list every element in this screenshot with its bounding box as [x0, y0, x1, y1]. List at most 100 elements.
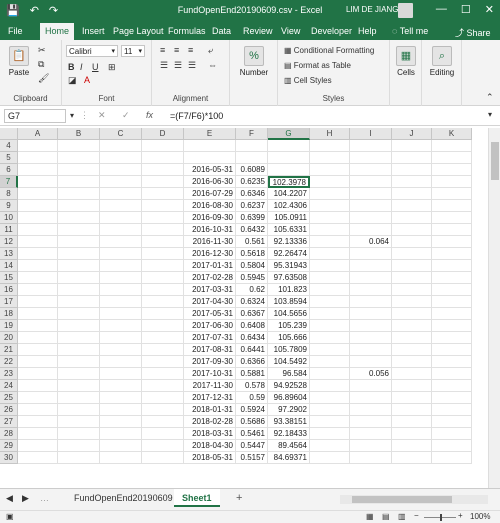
- table-cell[interactable]: [18, 152, 58, 164]
- table-cell[interactable]: [310, 452, 350, 464]
- table-cell[interactable]: [392, 404, 432, 416]
- table-cell[interactable]: [100, 392, 142, 404]
- table-cell[interactable]: [100, 380, 142, 392]
- table-cell[interactable]: 0.056: [350, 368, 392, 380]
- table-cell[interactable]: [310, 416, 350, 428]
- table-cell[interactable]: [58, 224, 100, 236]
- row-header[interactable]: 11: [0, 224, 18, 236]
- table-cell[interactable]: [18, 200, 58, 212]
- expand-formula-icon[interactable]: ▾: [488, 110, 492, 119]
- table-cell[interactable]: [392, 368, 432, 380]
- table-cell[interactable]: 2017-04-30: [184, 296, 236, 308]
- table-cell[interactable]: [100, 248, 142, 260]
- table-cell[interactable]: [432, 332, 472, 344]
- table-cell[interactable]: [18, 140, 58, 152]
- table-cell[interactable]: [100, 176, 142, 188]
- table-cell[interactable]: [392, 356, 432, 368]
- table-cell[interactable]: 0.5618: [236, 248, 268, 260]
- table-cell[interactable]: 0.6324: [236, 296, 268, 308]
- align-right-icon[interactable]: ☰: [188, 60, 196, 71]
- table-cell[interactable]: [432, 320, 472, 332]
- row-header[interactable]: 24: [0, 380, 18, 392]
- table-cell[interactable]: [432, 188, 472, 200]
- formula-input[interactable]: =(F7/F6)*100: [170, 111, 223, 121]
- table-cell[interactable]: [310, 404, 350, 416]
- table-cell[interactable]: [100, 440, 142, 452]
- table-cell[interactable]: [268, 152, 310, 164]
- table-cell[interactable]: [310, 344, 350, 356]
- table-cell[interactable]: 2017-07-31: [184, 332, 236, 344]
- table-cell[interactable]: [392, 344, 432, 356]
- editing-button[interactable]: ⌕ Editing: [426, 46, 458, 77]
- table-cell[interactable]: 95.31943: [268, 260, 310, 272]
- font-name-select[interactable]: Calibri ▾: [66, 45, 118, 57]
- table-cell[interactable]: [350, 308, 392, 320]
- horizontal-scroll-thumb[interactable]: [352, 496, 452, 503]
- tab-developer[interactable]: Developer: [311, 26, 352, 36]
- table-cell[interactable]: [58, 200, 100, 212]
- table-cell[interactable]: [392, 200, 432, 212]
- table-cell[interactable]: [58, 272, 100, 284]
- table-cell[interactable]: [310, 176, 350, 188]
- cancel-icon[interactable]: ✕: [98, 110, 106, 121]
- macro-record-icon[interactable]: ▣: [6, 512, 14, 521]
- column-header-h[interactable]: H: [310, 128, 350, 140]
- table-cell[interactable]: [100, 308, 142, 320]
- column-header-i[interactable]: I: [350, 128, 392, 140]
- table-cell[interactable]: [350, 224, 392, 236]
- number-format-button[interactable]: % Number: [238, 46, 270, 77]
- table-cell[interactable]: [392, 428, 432, 440]
- row-header[interactable]: 14: [0, 260, 18, 272]
- tab-formulas[interactable]: Formulas: [168, 26, 206, 36]
- table-cell[interactable]: 2018-02-28: [184, 416, 236, 428]
- table-cell[interactable]: [142, 164, 184, 176]
- row-header[interactable]: 19: [0, 320, 18, 332]
- table-cell[interactable]: [310, 248, 350, 260]
- table-cell[interactable]: 2017-08-31: [184, 344, 236, 356]
- column-header-b[interactable]: B: [58, 128, 100, 140]
- table-cell[interactable]: [18, 224, 58, 236]
- table-cell[interactable]: 103.8594: [268, 296, 310, 308]
- sheet-tab-fundopenend[interactable]: FundOpenEnd20190609: [66, 489, 181, 507]
- table-cell[interactable]: 0.561: [236, 236, 268, 248]
- cells-button[interactable]: ▦ Cells: [394, 46, 418, 77]
- table-cell[interactable]: 2017-09-30: [184, 356, 236, 368]
- table-cell[interactable]: [392, 260, 432, 272]
- tab-review[interactable]: Review: [243, 26, 273, 36]
- zoom-out-icon[interactable]: −: [414, 511, 419, 520]
- table-cell[interactable]: [350, 428, 392, 440]
- table-cell[interactable]: [58, 392, 100, 404]
- table-cell[interactable]: [350, 272, 392, 284]
- table-cell[interactable]: [100, 404, 142, 416]
- row-header[interactable]: 21: [0, 344, 18, 356]
- table-cell[interactable]: [432, 344, 472, 356]
- table-cell[interactable]: [432, 404, 472, 416]
- table-cell[interactable]: [392, 440, 432, 452]
- column-header-k[interactable]: K: [432, 128, 472, 140]
- table-cell[interactable]: [142, 344, 184, 356]
- table-cell[interactable]: [18, 368, 58, 380]
- align-bottom-icon[interactable]: ≡: [188, 45, 193, 55]
- table-cell[interactable]: [18, 356, 58, 368]
- table-cell[interactable]: [432, 248, 472, 260]
- table-cell[interactable]: [58, 212, 100, 224]
- row-header[interactable]: 28: [0, 428, 18, 440]
- maximize-button[interactable]: ☐: [461, 3, 471, 16]
- table-cell[interactable]: 93.38151: [268, 416, 310, 428]
- table-cell[interactable]: [432, 416, 472, 428]
- table-cell[interactable]: [310, 260, 350, 272]
- row-header[interactable]: 25: [0, 392, 18, 404]
- normal-view-icon[interactable]: ▦: [366, 512, 374, 521]
- table-cell[interactable]: [392, 272, 432, 284]
- sheet-next-icon[interactable]: ▶: [22, 493, 29, 504]
- table-cell[interactable]: [350, 296, 392, 308]
- close-button[interactable]: ✕: [485, 3, 494, 16]
- format-painter-icon[interactable]: 🖌: [38, 73, 49, 84]
- table-cell[interactable]: [142, 428, 184, 440]
- table-cell[interactable]: [392, 284, 432, 296]
- tab-page-layout[interactable]: Page Layout: [113, 26, 164, 36]
- row-header[interactable]: 20: [0, 332, 18, 344]
- sheet-tab-sheet1[interactable]: Sheet1: [174, 489, 220, 507]
- sheet-prev-icon[interactable]: ◀: [6, 493, 13, 504]
- table-cell[interactable]: [350, 332, 392, 344]
